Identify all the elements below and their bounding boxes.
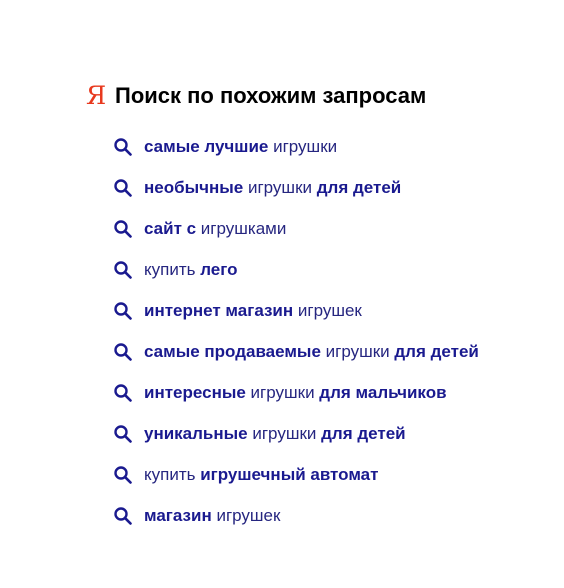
related-query-item[interactable]: интернет магазин игрушек xyxy=(113,290,479,331)
search-icon xyxy=(114,219,132,238)
query-normal-part: купить xyxy=(144,259,201,279)
related-query-link[interactable]: самые лучшие игрушки xyxy=(144,136,337,158)
search-icon xyxy=(114,424,132,443)
related-query-item[interactable]: купить лего xyxy=(113,249,479,290)
search-icon xyxy=(114,137,132,156)
section-title: Поиск по похожим запросам xyxy=(115,83,427,108)
query-bold-part: для мальчиков xyxy=(319,382,447,402)
query-bold-part: для детей xyxy=(321,423,406,443)
query-normal-part: игрушки xyxy=(243,177,317,197)
related-queries-list: самые лучшие игрушки необычные игрушки дл… xyxy=(113,126,479,536)
related-query-link[interactable]: магазин игрушек xyxy=(144,505,280,527)
search-icon xyxy=(114,342,132,361)
related-query-link[interactable]: интересные игрушки для мальчиков xyxy=(144,382,447,404)
query-bold-part: игрушечный автомат xyxy=(200,464,379,484)
related-query-link[interactable]: уникальные игрушки для детей xyxy=(144,423,406,445)
query-bold-part: необычные xyxy=(144,177,244,197)
related-query-item[interactable]: интересные игрушки для мальчиков xyxy=(113,372,479,413)
related-query-item[interactable]: магазин игрушек xyxy=(113,495,479,536)
related-query-link[interactable]: самые продаваемые игрушки для детей xyxy=(144,341,479,363)
related-searches-header: Я Поиск по похожим запросам xyxy=(86,80,546,112)
related-searches-block: Я Поиск по похожим запросам самые лучшие… xyxy=(86,80,546,525)
related-query-link[interactable]: купить лего xyxy=(144,259,237,281)
query-normal-part: игрушки xyxy=(247,423,322,443)
related-query-item[interactable]: уникальные игрушки для детей xyxy=(113,413,479,454)
query-bold-part: интересные xyxy=(144,382,246,402)
related-query-item[interactable]: самые лучшие игрушки xyxy=(113,126,479,167)
query-normal-part: игрушек xyxy=(211,505,281,525)
related-query-item[interactable]: купить игрушечный автомат xyxy=(113,454,479,495)
related-query-item[interactable]: необычные игрушки для детей xyxy=(113,167,479,208)
query-bold-part: уникальные xyxy=(144,423,248,443)
related-query-item[interactable]: самые продаваемые игрушки для детей xyxy=(113,331,479,372)
search-icon xyxy=(114,301,132,320)
query-normal-part: игрушек xyxy=(293,300,362,320)
search-icon xyxy=(114,465,132,484)
query-bold-part: магазин xyxy=(144,505,212,525)
search-icon xyxy=(114,383,132,402)
query-normal-part: игрушки xyxy=(320,341,395,361)
query-bold-part: самые лучшие xyxy=(144,136,269,156)
search-icon xyxy=(114,260,132,279)
related-query-link[interactable]: необычные игрушки для детей xyxy=(144,177,401,199)
query-bold-part: лего xyxy=(200,259,238,279)
query-bold-part: самые продаваемые xyxy=(144,341,321,361)
query-bold-part: для детей xyxy=(316,177,402,197)
related-query-link[interactable]: интернет магазин игрушек xyxy=(144,300,362,322)
query-normal-part: игрушки xyxy=(245,382,320,402)
query-normal-part: игрушки xyxy=(268,136,338,156)
query-normal-part: купить xyxy=(144,464,201,484)
query-bold-part: сайт с xyxy=(144,218,197,238)
yandex-logo-icon[interactable]: Я xyxy=(86,82,106,110)
related-query-item[interactable]: сайт с игрушками xyxy=(113,208,479,249)
related-query-link[interactable]: купить игрушечный автомат xyxy=(144,464,378,486)
search-icon xyxy=(114,178,132,197)
query-bold-part: для детей xyxy=(394,341,479,361)
query-bold-part: интернет магазин xyxy=(144,300,294,320)
search-icon xyxy=(114,506,132,525)
query-normal-part: игрушками xyxy=(196,218,287,238)
related-query-link[interactable]: сайт с игрушками xyxy=(144,218,286,240)
